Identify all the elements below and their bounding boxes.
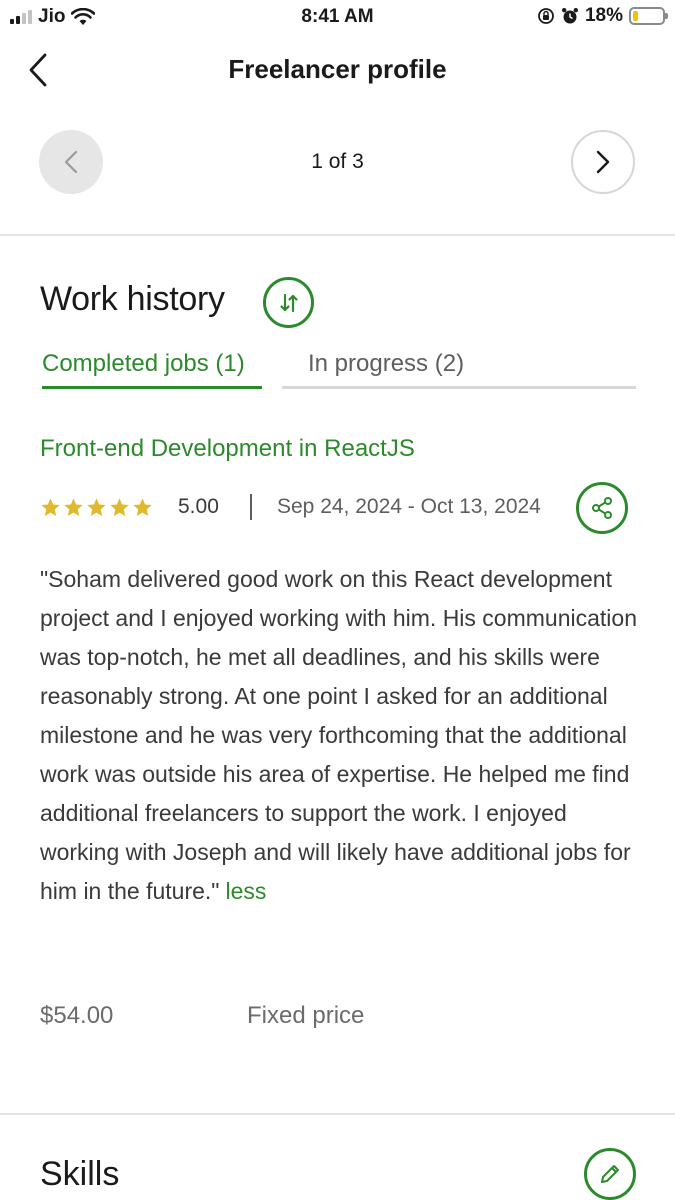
job-meta: 5.00 Sep 24, 2024 - Oct 13, 2024: [40, 482, 636, 534]
share-icon: [592, 497, 612, 519]
active-tab-indicator: [42, 386, 262, 389]
tab-completed-jobs[interactable]: Completed jobs (1): [42, 350, 245, 378]
star-icon: [133, 498, 152, 516]
battery-icon: [629, 7, 668, 25]
review-text: "Soham delivered good work on this React…: [40, 566, 637, 904]
edit-skills-button[interactable]: [584, 1148, 636, 1200]
meta-separator: [250, 494, 252, 520]
star-icon: [64, 498, 83, 516]
job-price: $54.00: [40, 1002, 114, 1029]
page-title: Freelancer profile: [228, 54, 447, 84]
orientation-lock-icon: [538, 8, 554, 24]
skills-title: Skills: [40, 1155, 120, 1193]
work-history-tabs: Completed jobs (1) In progress (2): [40, 350, 636, 390]
pencil-icon: [601, 1165, 619, 1183]
sort-button[interactable]: [263, 277, 314, 328]
work-history-title: Work history: [40, 280, 225, 318]
profile-pager: 1 of 3: [0, 128, 675, 196]
status-bar: Jio 8:41 AM 18%: [0, 0, 675, 36]
job-dates: Sep 24, 2024 - Oct 13, 2024: [277, 495, 541, 518]
rating-value: 5.00: [178, 495, 219, 518]
job-price-type: Fixed price: [247, 1002, 365, 1029]
battery-fill: [633, 11, 638, 21]
star-icon: [41, 498, 60, 516]
next-profile-button[interactable]: [571, 130, 635, 194]
nav-header: Freelancer profile: [0, 40, 675, 100]
alarm-icon: [561, 8, 578, 24]
tab-track: [282, 386, 636, 389]
star-rating: [40, 497, 153, 518]
section-divider: [0, 1113, 675, 1115]
section-divider: [0, 234, 675, 236]
tab-in-progress[interactable]: In progress (2): [308, 350, 464, 378]
review-text-block: "Soham delivered good work on this React…: [40, 560, 640, 911]
star-icon: [87, 498, 106, 516]
share-button[interactable]: [576, 482, 628, 534]
less-link[interactable]: less: [225, 878, 266, 904]
chevron-right-icon: [596, 150, 610, 174]
status-right: 18%: [537, 5, 668, 27]
sort-arrows-icon: [279, 293, 298, 312]
star-icon: [110, 498, 129, 516]
job-title-link[interactable]: Front-end Development in ReactJS: [40, 435, 415, 463]
battery-percent: 18%: [584, 5, 623, 26]
